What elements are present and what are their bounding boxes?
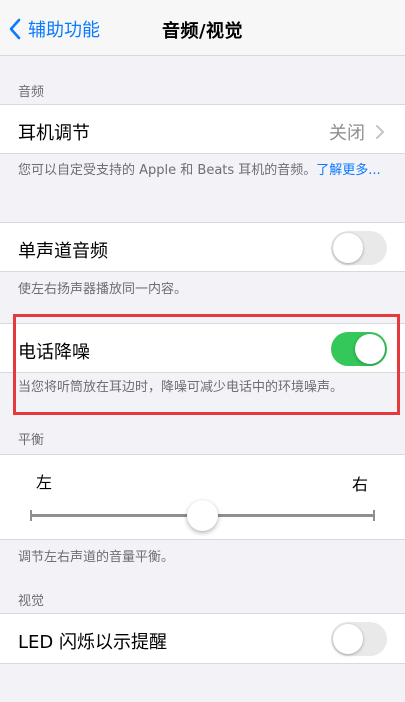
mono-audio-toggle[interactable] (331, 231, 387, 265)
balance-footer: 调节左右声道的音量平衡。 (18, 550, 175, 565)
balance-left-label: 左 (36, 473, 53, 492)
toggle-knob (333, 233, 363, 263)
audio-footer-text: 您可以自定受支持的 Apple 和 Beats 耳机的音频。 (18, 163, 317, 178)
balance-slider-track-right (202, 514, 375, 517)
balance-slider-track-left (30, 514, 202, 517)
led-flash-toggle[interactable] (331, 622, 387, 656)
led-flash-label: LED 闪烁以示提醒 (18, 632, 167, 653)
balance-slider-thumb[interactable] (187, 500, 218, 531)
headphone-accommodations-value: 关闭 (329, 119, 385, 145)
section-header-audio: 音频 (18, 85, 45, 100)
led-flash-row: LED 闪烁以示提醒 (0, 613, 405, 664)
headphone-accommodations-row[interactable]: 耳机调节 关闭 (0, 104, 405, 154)
balance-slider-tick-right (373, 510, 375, 521)
phone-noise-cancellation-footer: 当您将听筒放在耳边时，降噪可减少电话中的环境噪声。 (18, 380, 344, 395)
section-header-balance: 平衡 (18, 433, 45, 448)
section-header-visual: 视觉 (18, 594, 45, 609)
balance-slider-tick-left (30, 510, 32, 521)
phone-noise-cancellation-label: 电话降噪 (18, 342, 90, 363)
headphone-accommodations-status: 关闭 (329, 123, 365, 144)
audio-footer: 您可以自定受支持的 Apple 和 Beats 耳机的音频。了解更多... (18, 161, 387, 180)
balance-right-label: 右 (351, 475, 368, 494)
phone-noise-cancellation-toggle[interactable] (331, 332, 387, 366)
mono-audio-row: 单声道音频 (0, 222, 405, 272)
mono-audio-footer: 使左右扬声器播放同一内容。 (18, 282, 188, 297)
navigation-bar: 辅助功能 音频/视觉 (0, 0, 405, 56)
chevron-right-icon (376, 125, 384, 139)
toggle-knob (355, 334, 385, 364)
headphone-accommodations-label: 耳机调节 (18, 123, 90, 144)
phone-noise-cancellation-row: 电话降噪 (0, 323, 405, 373)
mono-audio-label: 单声道音频 (18, 241, 108, 262)
toggle-knob (333, 624, 363, 654)
page-title: 音频/视觉 (161, 21, 244, 42)
learn-more-link[interactable]: 了解更多... (316, 163, 380, 178)
